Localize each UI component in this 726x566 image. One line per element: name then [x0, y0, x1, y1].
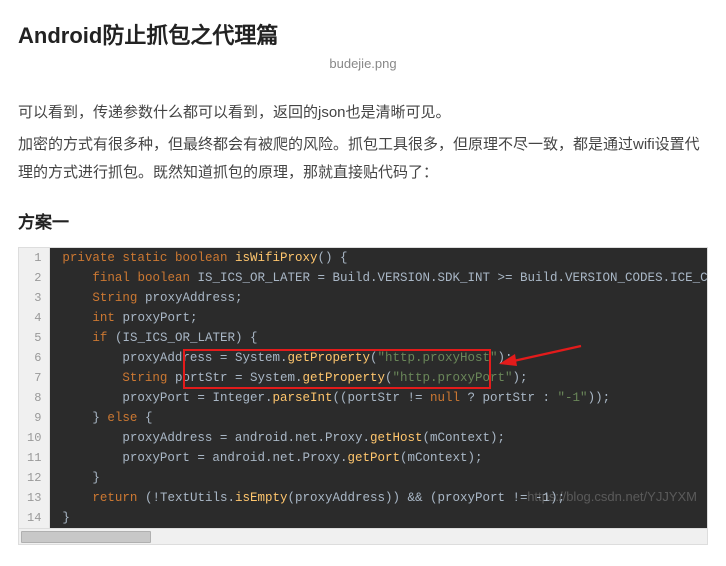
line-number: 1	[19, 248, 50, 268]
code-cell: proxyAddress = android.net.Proxy.getHost…	[50, 428, 707, 448]
code-line: 10 proxyAddress = android.net.Proxy.getH…	[19, 428, 707, 448]
code-block: 1private static boolean isWifiProxy() {2…	[18, 247, 708, 545]
horizontal-scrollbar[interactable]	[19, 528, 707, 544]
page-title: Android防止抓包之代理篇	[18, 18, 708, 50]
line-number: 6	[19, 348, 50, 368]
image-caption: budejie.png	[18, 56, 708, 71]
code-cell: if (IS_ICS_OR_LATER) {	[50, 328, 707, 348]
code-line: 11 proxyPort = android.net.Proxy.getPort…	[19, 448, 707, 468]
line-number: 5	[19, 328, 50, 348]
code-cell: proxyPort = android.net.Proxy.getPort(mC…	[50, 448, 707, 468]
code-line: 12 }	[19, 468, 707, 488]
line-number: 3	[19, 288, 50, 308]
paragraph: 可以看到，传递参数什么都可以看到，返回的json也是清晰可见。	[18, 99, 708, 127]
scrollbar-thumb[interactable]	[21, 531, 151, 543]
code-line: 5 if (IS_ICS_OR_LATER) {	[19, 328, 707, 348]
code-table: 1private static boolean isWifiProxy() {2…	[19, 248, 707, 528]
line-number: 8	[19, 388, 50, 408]
code-cell: final boolean IS_ICS_OR_LATER = Build.VE…	[50, 268, 707, 288]
code-line: 2 final boolean IS_ICS_OR_LATER = Build.…	[19, 268, 707, 288]
code-cell: int proxyPort;	[50, 308, 707, 328]
line-number: 4	[19, 308, 50, 328]
code-cell: }	[50, 508, 707, 528]
code-cell: return (!TextUtils.isEmpty(proxyAddress)…	[50, 488, 707, 508]
code-line: 1private static boolean isWifiProxy() {	[19, 248, 707, 268]
paragraph: 加密的方式有很多种，但最终都会有被爬的风险。抓包工具很多，但原理不尽一致，都是通…	[18, 131, 708, 187]
code-cell: private static boolean isWifiProxy() {	[50, 248, 707, 268]
code-line: 4 int proxyPort;	[19, 308, 707, 328]
code-line: 14}	[19, 508, 707, 528]
code-line: 8 proxyPort = Integer.parseInt((portStr …	[19, 388, 707, 408]
code-line: 13 return (!TextUtils.isEmpty(proxyAddre…	[19, 488, 707, 508]
line-number: 13	[19, 488, 50, 508]
line-number: 9	[19, 408, 50, 428]
line-number: 14	[19, 508, 50, 528]
section-heading: 方案一	[18, 208, 708, 233]
code-line: 7 String portStr = System.getProperty("h…	[19, 368, 707, 388]
code-cell: String proxyAddress;	[50, 288, 707, 308]
code-scroll-area[interactable]: 1private static boolean isWifiProxy() {2…	[19, 248, 707, 528]
line-number: 7	[19, 368, 50, 388]
code-line: 6 proxyAddress = System.getProperty("htt…	[19, 348, 707, 368]
line-number: 12	[19, 468, 50, 488]
line-number: 10	[19, 428, 50, 448]
code-cell: String portStr = System.getProperty("htt…	[50, 368, 707, 388]
code-cell: } else {	[50, 408, 707, 428]
line-number: 2	[19, 268, 50, 288]
line-number: 11	[19, 448, 50, 468]
code-cell: proxyAddress = System.getProperty("http.…	[50, 348, 707, 368]
code-cell: }	[50, 468, 707, 488]
code-line: 3 String proxyAddress;	[19, 288, 707, 308]
code-line: 9 } else {	[19, 408, 707, 428]
code-cell: proxyPort = Integer.parseInt((portStr !=…	[50, 388, 707, 408]
